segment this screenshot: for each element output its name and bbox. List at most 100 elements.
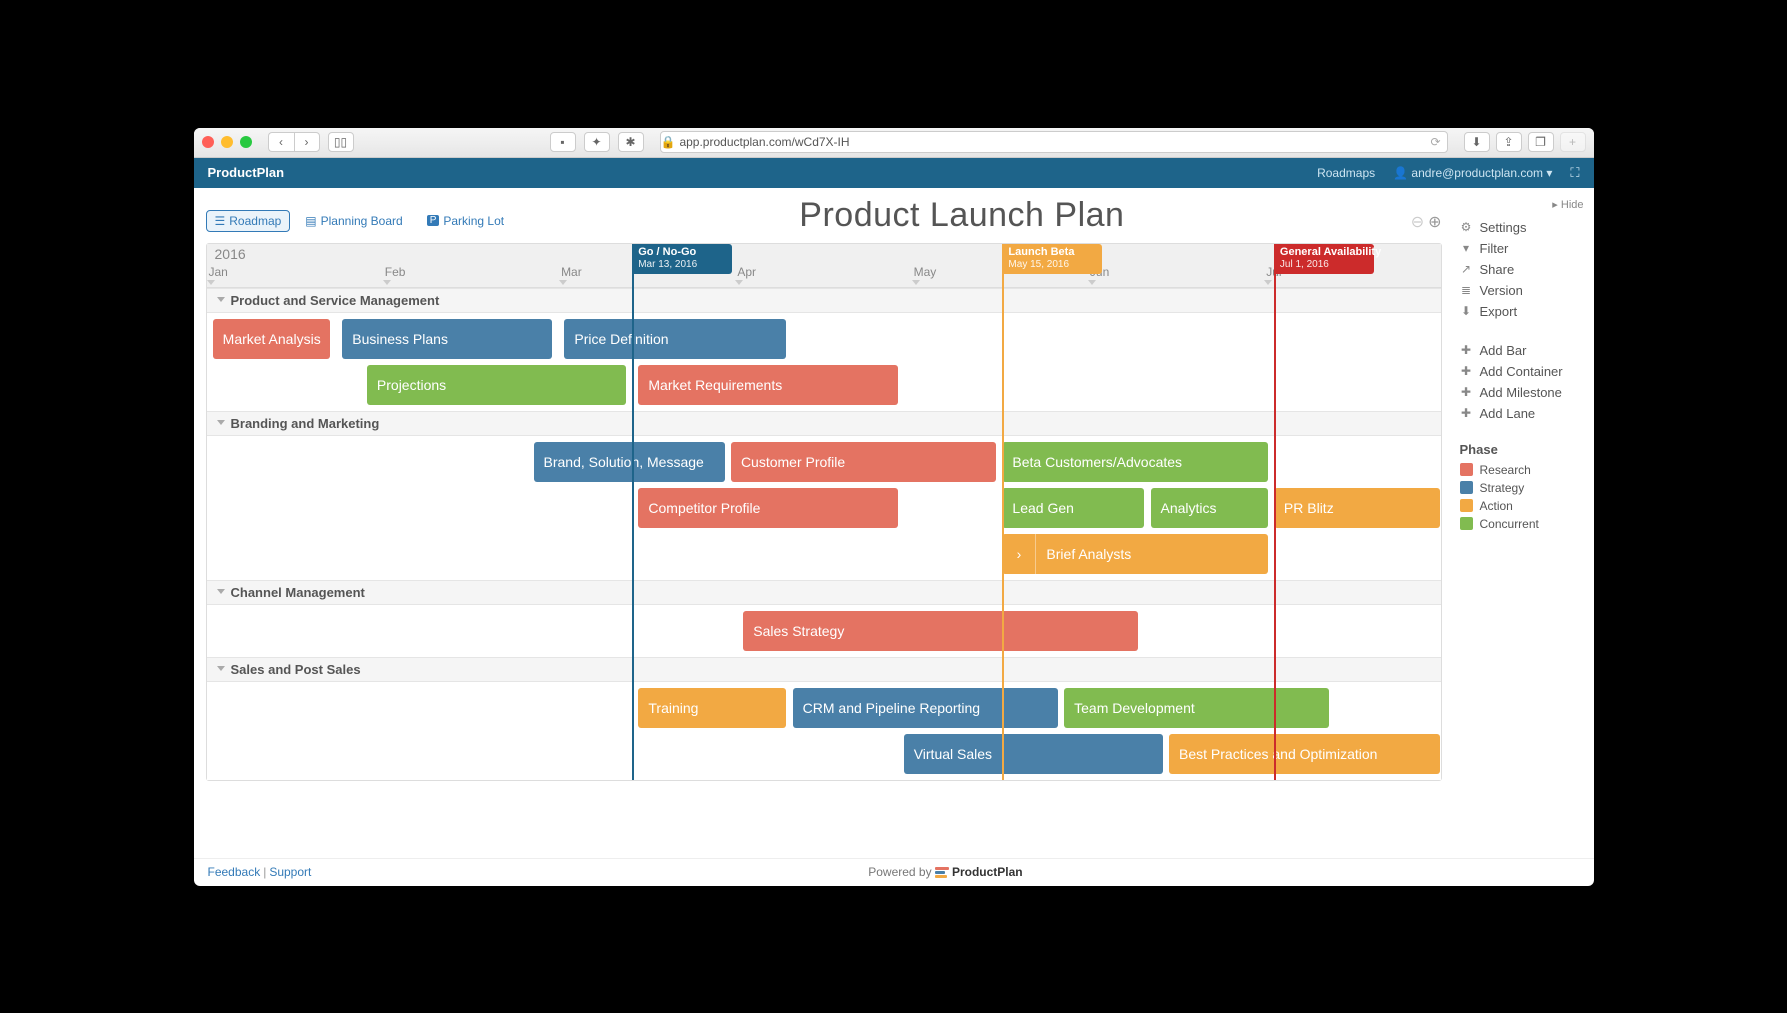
expand-icon[interactable]: ›	[1002, 534, 1036, 574]
minimize-icon[interactable]	[221, 136, 233, 148]
powered-by: Powered by ProductPlan	[311, 865, 1579, 879]
plus-icon: ✚	[1460, 406, 1473, 420]
zoom-in-icon[interactable]: ⊕	[1428, 212, 1441, 232]
gear-icon: ⚙	[1460, 220, 1473, 234]
legend-item[interactable]: Strategy	[1460, 479, 1594, 497]
bar[interactable]: Lead Gen	[1002, 488, 1144, 528]
bar[interactable]: Analytics	[1151, 488, 1268, 528]
bar[interactable]: Market Requirements	[638, 365, 897, 405]
page-title: Product Launch Plan	[513, 196, 1411, 235]
tabs-icon[interactable]: ❐	[1528, 132, 1554, 152]
lane-body: Market Analysis Business Plans Price Defin…	[207, 313, 1441, 411]
legend: Phase ResearchStrategyActionConcurrent	[1460, 442, 1594, 533]
sidebar-item-share[interactable]: ↗Share	[1460, 259, 1594, 280]
month-label: Apr	[735, 265, 911, 287]
lane-header[interactable]: Sales and Post Sales	[207, 658, 1441, 682]
lock-icon: 🔒	[661, 135, 676, 149]
browser-window: ‹ › ▯▯ ▪ ✦ ✱ 🔒 app.productplan.com/wCd7X…	[194, 128, 1594, 886]
legend-swatch	[1460, 499, 1473, 512]
legend-item[interactable]: Research	[1460, 461, 1594, 479]
sidebar-item-add-milestone[interactable]: ✚Add Milestone	[1460, 382, 1594, 403]
lane: Channel Management Sales Strategy	[207, 580, 1441, 657]
bar[interactable]: Competitor Profile	[638, 488, 897, 528]
bar[interactable]: Brand, Solution, Message	[534, 442, 725, 482]
user-menu[interactable]: 👤 andre@productplan.com ▾	[1393, 166, 1552, 180]
maximize-icon[interactable]	[240, 136, 252, 148]
feedback-link[interactable]: Feedback	[208, 865, 261, 879]
lane-header[interactable]: Channel Management	[207, 581, 1441, 605]
reload-icon[interactable]: ⟳	[1430, 135, 1440, 149]
bar[interactable]: Best Practices and Optimization	[1169, 734, 1440, 774]
ext-3-icon[interactable]: ✱	[618, 132, 644, 152]
bar[interactable]: Virtual Sales	[904, 734, 1163, 774]
bar[interactable]: Sales Strategy	[743, 611, 1138, 651]
legend-item[interactable]: Concurrent	[1460, 515, 1594, 533]
bar-row: Market Analysis Business Plans Price Defin…	[207, 319, 1441, 359]
bar[interactable]: Team Development	[1064, 688, 1329, 728]
tab-roadmap[interactable]: ☰Roadmap	[206, 210, 291, 232]
tab-planning-board[interactable]: ▤Planning Board	[296, 210, 411, 232]
lane-body: Brand, Solution, MessageCustomer Profile…	[207, 436, 1441, 580]
sidebar-item-settings[interactable]: ⚙Settings	[1460, 217, 1594, 238]
zoom-out-icon[interactable]: ⊖	[1411, 212, 1424, 232]
plus-icon: ✚	[1460, 364, 1473, 378]
board-icon: ▤	[305, 214, 316, 228]
milestone-flag[interactable]: General AvailabilityJul 1, 2016	[1274, 244, 1374, 274]
bar[interactable]: ›Brief Analysts	[1002, 534, 1267, 574]
plus-icon: ✚	[1460, 385, 1473, 399]
lanes: Product and Service Management Market Ana…	[207, 288, 1441, 780]
sidebar-item-add-bar[interactable]: ✚Add Bar	[1460, 340, 1594, 361]
ext-2-icon[interactable]: ✦	[584, 132, 610, 152]
back-button[interactable]: ‹	[268, 132, 294, 152]
bar[interactable]: CRM and Pipeline Reporting	[793, 688, 1058, 728]
fullscreen-icon[interactable]: ⛶	[1570, 165, 1579, 181]
sidebar-button[interactable]: ▯▯	[328, 132, 354, 152]
nav-buttons: ‹ ›	[268, 132, 320, 152]
sidebar-item-add-lane[interactable]: ✚Add Lane	[1460, 403, 1594, 424]
milestone-flag[interactable]: Go / No-GoMar 13, 2016	[632, 244, 732, 274]
user-icon: 👤	[1393, 166, 1408, 180]
bar[interactable]: Business Plans	[342, 319, 552, 359]
sidebar-item-add-container[interactable]: ✚Add Container	[1460, 361, 1594, 382]
bar[interactable]: Beta Customers/Advocates	[1002, 442, 1267, 482]
sidebar-item-filter[interactable]: ▾Filter	[1460, 238, 1594, 259]
download-icon[interactable]: ⬇	[1464, 132, 1490, 152]
milestone-flag[interactable]: Launch BetaMay 15, 2016	[1002, 244, 1102, 274]
bar[interactable]: Projections	[367, 365, 626, 405]
sidebar: ▸ Hide ⚙Settings▾Filter↗Share≣Version⬇Ex…	[1454, 188, 1594, 858]
close-icon[interactable]	[202, 136, 214, 148]
chevron-down-icon: ▾	[1546, 166, 1552, 180]
newtab-icon[interactable]: +	[1560, 132, 1586, 152]
url-bar[interactable]: 🔒 app.productplan.com/wCd7X-IH ⟳	[660, 131, 1448, 153]
roadmap-icon: ☰	[215, 214, 226, 228]
bar[interactable]: PR Blitz	[1274, 488, 1441, 528]
legend-item[interactable]: Action	[1460, 497, 1594, 515]
bar-row: TrainingCRM and Pipeline ReportingTeam D…	[207, 688, 1441, 728]
brand[interactable]: ProductPlan	[208, 165, 285, 180]
month-label: Feb	[383, 265, 559, 287]
lane-header[interactable]: Branding and Marketing	[207, 412, 1441, 436]
tab-parking-lot[interactable]: PParking Lot	[418, 210, 513, 232]
lane: Sales and Post Sales TrainingCRM and Pipe…	[207, 657, 1441, 780]
bar-row: Competitor Profile Lead GenAnalyticsPR Bl…	[207, 488, 1441, 528]
bar[interactable]: Price Definition	[564, 319, 786, 359]
ext-1-icon[interactable]: ▪	[550, 132, 576, 152]
sidebar-item-version[interactable]: ≣Version	[1460, 280, 1594, 301]
export-icon: ⬇	[1460, 304, 1473, 318]
content: ☰Roadmap ▤Planning Board PParking Lot Pr…	[194, 188, 1594, 858]
sidebar-item-export[interactable]: ⬇Export	[1460, 301, 1594, 322]
roadmaps-link[interactable]: Roadmaps	[1317, 166, 1375, 180]
url-text: app.productplan.com/wCd7X-IH	[679, 135, 849, 149]
hide-sidebar[interactable]: ▸ Hide	[1460, 198, 1594, 211]
forward-button[interactable]: ›	[294, 132, 320, 152]
lane: Product and Service Management Market Ana…	[207, 288, 1441, 411]
share-icon[interactable]: ⇪	[1496, 132, 1522, 152]
productplan-logo[interactable]: ProductPlan	[935, 865, 1023, 879]
bar-row: Brand, Solution, MessageCustomer Profile…	[207, 442, 1441, 482]
lane-header[interactable]: Product and Service Management	[207, 289, 1441, 313]
support-link[interactable]: Support	[269, 865, 311, 879]
bar[interactable]: Market Analysis	[213, 319, 330, 359]
lane-body: Sales Strategy	[207, 605, 1441, 657]
bar[interactable]: Customer Profile	[731, 442, 996, 482]
bar[interactable]: Training	[638, 688, 786, 728]
